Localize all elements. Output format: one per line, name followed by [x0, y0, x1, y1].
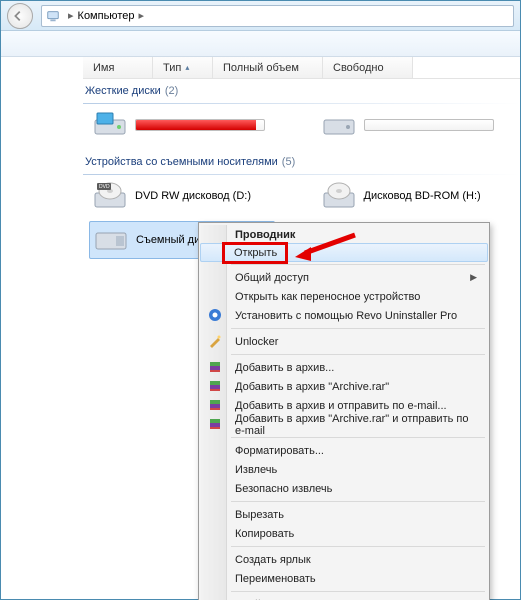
col-free[interactable]: Свободно	[323, 57, 413, 78]
col-total[interactable]: Полный объем	[213, 57, 323, 78]
ctx-sep	[231, 328, 485, 329]
ctx-share[interactable]: Общий доступ▶	[201, 268, 487, 287]
col-name[interactable]: Имя	[83, 57, 153, 78]
hdd-icon	[93, 110, 127, 140]
context-menu: Проводник Открыть Общий доступ▶ Открыть …	[198, 222, 490, 600]
group-hdd-header[interactable]: Жесткие диски (2)	[83, 79, 520, 101]
removable-drive-icon	[94, 227, 128, 253]
ctx-safe-eject[interactable]: Безопасно извлечь	[201, 479, 487, 498]
ctx-copy[interactable]: Копировать	[201, 524, 487, 543]
ctx-sep	[231, 354, 485, 355]
ctx-sep	[231, 264, 485, 265]
ctx-revo[interactable]: Установить с помощью Revo Uninstaller Pr…	[201, 306, 487, 325]
bdrom-drive-icon	[322, 181, 356, 211]
removable-row-1: DVD DVD RW дисковод (D:) Дисковод BD-ROM…	[83, 175, 520, 221]
ctx-shortcut[interactable]: Создать ярлык	[201, 550, 487, 569]
col-type[interactable]: Тип▴	[153, 57, 213, 78]
ctx-sep	[231, 437, 485, 438]
bdrom-label: Дисковод BD-ROM (H:)	[364, 190, 481, 202]
winrar-icon	[207, 416, 223, 432]
ctx-open[interactable]: Открыть	[200, 243, 488, 262]
ctx-format[interactable]: Форматировать...	[201, 441, 487, 460]
ctx-properties[interactable]: Свойства	[201, 595, 487, 600]
ctx-sep	[231, 501, 485, 502]
ctx-explorer[interactable]: Проводник	[201, 225, 487, 244]
bdrom-drive[interactable]: Дисковод BD-ROM (H:)	[322, 181, 521, 211]
capacity-bar	[364, 119, 494, 131]
revo-icon	[207, 307, 223, 323]
hdd-row	[83, 104, 520, 150]
ctx-eject[interactable]: Извлечь	[201, 460, 487, 479]
toolbar	[1, 31, 520, 57]
winrar-icon	[207, 359, 223, 375]
wand-icon	[207, 333, 223, 349]
address-bar: ▸ Компьютер ▸	[1, 1, 520, 31]
chevron-right-icon: ▶	[470, 272, 477, 283]
winrar-icon	[207, 378, 223, 394]
ctx-add-archive-rar[interactable]: Добавить в архив "Archive.rar"	[201, 377, 487, 396]
ctx-rename[interactable]: Переименовать	[201, 569, 487, 588]
breadcrumb-sep: ▸	[64, 9, 78, 22]
capacity-bar	[135, 119, 265, 131]
dvd-drive-icon: DVD	[93, 181, 127, 211]
ctx-sep	[231, 546, 485, 547]
column-headers: Имя Тип▴ Полный объем Свободно	[83, 57, 520, 79]
hdd-icon	[322, 110, 356, 140]
ctx-sep	[231, 591, 485, 592]
breadcrumb-sep: ▸	[134, 9, 148, 22]
group-hdd-label: Жесткие диски	[85, 85, 161, 97]
dvd-drive[interactable]: DVD DVD RW дисковод (D:)	[93, 181, 292, 211]
winrar-icon	[207, 397, 223, 413]
group-removable-header[interactable]: Устройства со съемными носителями (5)	[83, 150, 520, 172]
hdd-drive-2[interactable]	[322, 110, 521, 140]
breadcrumb-computer[interactable]: Компьютер	[78, 10, 135, 22]
capacity-fill	[136, 120, 256, 130]
group-removable-count: (5)	[282, 156, 295, 168]
ctx-add-rar-email[interactable]: Добавить в архив "Archive.rar" и отправи…	[201, 415, 487, 434]
window: ▸ Компьютер ▸ Имя Тип▴ Полный объем Своб…	[0, 0, 521, 600]
hdd-drive-1[interactable]	[93, 110, 292, 140]
svg-text:DVD: DVD	[99, 184, 110, 190]
sort-caret-icon: ▴	[185, 63, 189, 72]
group-hdd-count: (2)	[165, 85, 178, 97]
ctx-unlocker[interactable]: Unlocker	[201, 332, 487, 351]
computer-icon	[46, 9, 60, 23]
ctx-open-portable[interactable]: Открыть как переносное устройство	[201, 287, 487, 306]
ctx-cut[interactable]: Вырезать	[201, 505, 487, 524]
ctx-add-archive[interactable]: Добавить в архив...	[201, 358, 487, 377]
nav-back-button[interactable]	[7, 3, 33, 29]
dvd-label: DVD RW дисковод (D:)	[135, 190, 251, 202]
address-field[interactable]: ▸ Компьютер ▸	[41, 5, 514, 27]
group-removable-label: Устройства со съемными носителями	[85, 156, 278, 168]
arrow-left-icon	[11, 9, 25, 23]
